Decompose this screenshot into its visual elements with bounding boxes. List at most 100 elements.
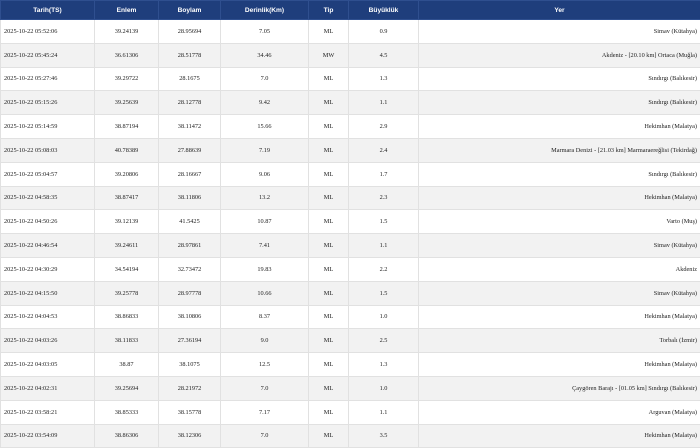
- latitude-cell: 39.20806: [95, 162, 159, 186]
- location-cell: Sındırgı (Balıkesir): [419, 67, 700, 91]
- table-row[interactable]: 2025-10-22 03:54:0938.8630638.123067.0ML…: [1, 424, 700, 448]
- latitude-cell: 39.25778: [95, 281, 159, 305]
- depth-cell: 7.0: [221, 376, 309, 400]
- col-header-latitude[interactable]: Enlem: [95, 1, 159, 20]
- latitude-cell: 39.24611: [95, 234, 159, 258]
- latitude-cell: 39.29722: [95, 67, 159, 91]
- depth-cell: 9.42: [221, 91, 309, 115]
- longitude-cell: 28.12778: [159, 91, 221, 115]
- col-header-depth[interactable]: Derinlik(Km): [221, 1, 309, 20]
- type-cell: ML: [309, 257, 349, 281]
- location-cell: Çaygören Barajı - [01.05 km] Sındırgı (B…: [419, 376, 700, 400]
- location-cell: Hekimhan (Malatya): [419, 186, 700, 210]
- table-row[interactable]: 2025-10-22 04:46:5439.2461128.978617.41M…: [1, 234, 700, 258]
- type-cell: ML: [309, 400, 349, 424]
- latitude-cell: 34.54194: [95, 257, 159, 281]
- latitude-cell: 39.24139: [95, 20, 159, 44]
- magnitude-cell: 1.1: [349, 234, 419, 258]
- type-cell: ML: [309, 162, 349, 186]
- magnitude-cell: 1.5: [349, 210, 419, 234]
- type-cell: ML: [309, 376, 349, 400]
- table-row[interactable]: 2025-10-22 04:50:2639.1213941.542510.87M…: [1, 210, 700, 234]
- col-header-longitude[interactable]: Boylam: [159, 1, 221, 20]
- table-row[interactable]: 2025-10-22 04:04:5338.8683338.108068.37M…: [1, 305, 700, 329]
- latitude-cell: 38.87194: [95, 115, 159, 139]
- type-cell: ML: [309, 20, 349, 44]
- longitude-cell: 41.5425: [159, 210, 221, 234]
- depth-cell: 8.37: [221, 305, 309, 329]
- longitude-cell: 28.1675: [159, 67, 221, 91]
- table-row[interactable]: 2025-10-22 05:27:4639.2972228.16757.0ML1…: [1, 67, 700, 91]
- location-cell: Hekimhan (Malatya): [419, 115, 700, 139]
- longitude-cell: 38.11806: [159, 186, 221, 210]
- location-cell: Hekimhan (Malatya): [419, 305, 700, 329]
- longitude-cell: 28.97861: [159, 234, 221, 258]
- col-header-type[interactable]: Tip: [309, 1, 349, 20]
- latitude-cell: 36.61306: [95, 43, 159, 67]
- magnitude-cell: 1.1: [349, 91, 419, 115]
- date-cell: 2025-10-22 04:58:35: [1, 186, 95, 210]
- table-row[interactable]: 2025-10-22 05:08:0340.7838927.886397.19M…: [1, 138, 700, 162]
- table-row[interactable]: 2025-10-22 04:58:3538.8741738.1180613.2M…: [1, 186, 700, 210]
- type-cell: ML: [309, 234, 349, 258]
- latitude-cell: 40.78389: [95, 138, 159, 162]
- col-header-date[interactable]: Tarih(TS): [1, 1, 95, 20]
- date-cell: 2025-10-22 05:15:26: [1, 91, 95, 115]
- location-cell: Simav (Kütahya): [419, 281, 700, 305]
- depth-cell: 7.19: [221, 138, 309, 162]
- date-cell: 2025-10-22 05:27:46: [1, 67, 95, 91]
- date-cell: 2025-10-22 03:58:21: [1, 400, 95, 424]
- depth-cell: 19.83: [221, 257, 309, 281]
- date-cell: 2025-10-22 04:04:53: [1, 305, 95, 329]
- magnitude-cell: 1.3: [349, 353, 419, 377]
- location-cell: Hekimhan (Malatya): [419, 424, 700, 448]
- table-row[interactable]: 2025-10-22 05:14:5938.8719438.1147215.66…: [1, 115, 700, 139]
- table-row[interactable]: 2025-10-22 05:15:2639.2563928.127789.42M…: [1, 91, 700, 115]
- depth-cell: 7.41: [221, 234, 309, 258]
- table-row[interactable]: 2025-10-22 04:03:0538.8738.107512.5ML1.3…: [1, 353, 700, 377]
- longitude-cell: 38.11472: [159, 115, 221, 139]
- table-row[interactable]: 2025-10-22 04:03:2638.1183327.361949.0ML…: [1, 329, 700, 353]
- latitude-cell: 38.86833: [95, 305, 159, 329]
- longitude-cell: 32.73472: [159, 257, 221, 281]
- type-cell: ML: [309, 115, 349, 139]
- location-cell: Hekimhan (Malatya): [419, 353, 700, 377]
- longitude-cell: 28.16667: [159, 162, 221, 186]
- longitude-cell: 28.21972: [159, 376, 221, 400]
- type-cell: ML: [309, 91, 349, 115]
- table-row[interactable]: 2025-10-22 04:02:3139.2569428.219727.0ML…: [1, 376, 700, 400]
- date-cell: 2025-10-22 05:52:06: [1, 20, 95, 44]
- latitude-cell: 38.11833: [95, 329, 159, 353]
- type-cell: ML: [309, 424, 349, 448]
- location-cell: Torbalı (İzmir): [419, 329, 700, 353]
- table-row[interactable]: 2025-10-22 05:52:0639.2413928.956947.05M…: [1, 20, 700, 44]
- magnitude-cell: 1.0: [349, 305, 419, 329]
- longitude-cell: 38.1075: [159, 353, 221, 377]
- location-cell: Marmara Denizi - [21.03 km] Marmaraereğl…: [419, 138, 700, 162]
- date-cell: 2025-10-22 04:50:26: [1, 210, 95, 234]
- table-header-row: Tarih(TS) Enlem Boylam Derinlik(Km) Tip …: [1, 1, 700, 20]
- col-header-magnitude[interactable]: Büyüklük: [349, 1, 419, 20]
- location-cell: Sındırgı (Balıkesir): [419, 91, 700, 115]
- longitude-cell: 27.88639: [159, 138, 221, 162]
- table-row[interactable]: 2025-10-22 03:58:2138.8533338.157787.17M…: [1, 400, 700, 424]
- type-cell: ML: [309, 186, 349, 210]
- depth-cell: 7.17: [221, 400, 309, 424]
- date-cell: 2025-10-22 04:30:29: [1, 257, 95, 281]
- magnitude-cell: 2.2: [349, 257, 419, 281]
- table-row[interactable]: 2025-10-22 05:04:5739.2080628.166679.06M…: [1, 162, 700, 186]
- date-cell: 2025-10-22 04:02:31: [1, 376, 95, 400]
- latitude-cell: 38.87: [95, 353, 159, 377]
- col-header-location[interactable]: Yer: [419, 1, 700, 20]
- longitude-cell: 38.15778: [159, 400, 221, 424]
- location-cell: Simav (Kütahya): [419, 234, 700, 258]
- location-cell: Akdeniz: [419, 257, 700, 281]
- table-row[interactable]: 2025-10-22 05:45:2436.6130628.5177834.46…: [1, 43, 700, 67]
- depth-cell: 7.05: [221, 20, 309, 44]
- table-row[interactable]: 2025-10-22 04:15:5039.2577828.9777810.66…: [1, 281, 700, 305]
- date-cell: 2025-10-22 04:46:54: [1, 234, 95, 258]
- table-row[interactable]: 2025-10-22 04:30:2934.5419432.7347219.83…: [1, 257, 700, 281]
- depth-cell: 34.46: [221, 43, 309, 67]
- type-cell: ML: [309, 210, 349, 234]
- type-cell: ML: [309, 138, 349, 162]
